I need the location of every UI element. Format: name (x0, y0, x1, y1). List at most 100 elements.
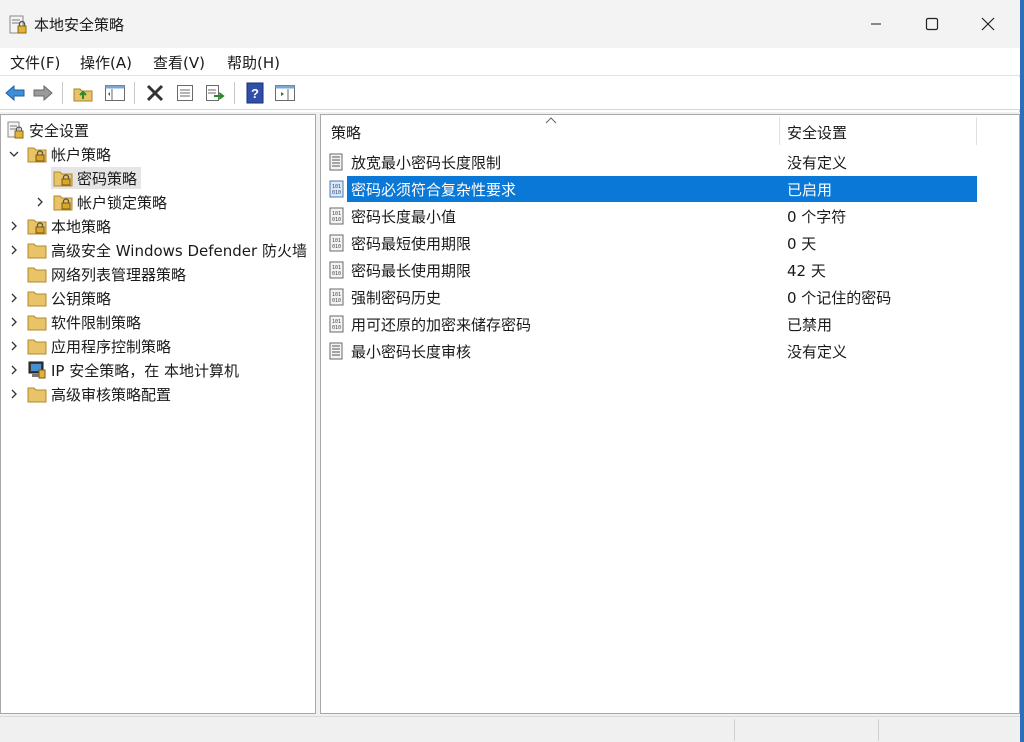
policy-binary-icon: 101 010 (329, 234, 344, 252)
window-title: 本地安全策略 (34, 16, 125, 34)
local-security-policy-window: 本地安全策略 文件(F) 操作(A) 查看(V) 帮助(H) ? 安全设置 帐户… (0, 0, 1020, 742)
console-tree[interactable]: 安全设置 帐户策略 密码策略 帐户锁定策略 本地策略 高级安全 Windows … (0, 114, 316, 714)
tree-item-windows-defender-firewall[interactable]: 高级安全 Windows Defender 防火墙 (7, 239, 307, 261)
toolbar: ? (0, 77, 1020, 110)
chevron-right-icon[interactable] (7, 311, 21, 333)
column-header-security-setting[interactable]: 安全设置 (787, 115, 977, 147)
policy-list[interactable]: 策略 安全设置 放宽最小密码长度限制 没有定义 101 010 密码必须符合复杂… (320, 114, 1020, 714)
svg-text:010: 010 (332, 271, 341, 277)
policy-binary-icon: 101 010 (329, 288, 344, 306)
content-area: 安全设置 帐户策略 密码策略 帐户锁定策略 本地策略 高级安全 Windows … (0, 112, 1020, 716)
policy-setting: 0 个记住的密码 (787, 289, 892, 307)
security-root-icon (7, 121, 24, 139)
tree-item-app-control[interactable]: 应用程序控制策略 (7, 335, 171, 357)
list-item[interactable]: 最小密码长度审核 没有定义 (325, 338, 977, 364)
list-item[interactable]: 101 010 密码最长使用期限 42 天 (325, 257, 977, 283)
chevron-right-icon[interactable] (7, 215, 21, 237)
policy-text-icon (329, 342, 343, 360)
export-list-button[interactable] (202, 81, 228, 105)
show-hide-tree-button[interactable] (102, 81, 128, 105)
close-button[interactable] (958, 0, 1018, 48)
policy-setting: 已启用 (787, 181, 833, 199)
help-button[interactable]: ? (242, 81, 268, 105)
tree-item-label: 帐户策略 (51, 145, 112, 164)
lock-folder-icon (27, 147, 47, 163)
help-icon: ? (246, 82, 264, 104)
tree-item-network-list-manager[interactable]: 网络列表管理器策略 (27, 263, 186, 285)
tree-item-security-settings[interactable]: 安全设置 (5, 119, 89, 141)
tree-item-label: 帐户锁定策略 (77, 193, 168, 212)
policy-name: 强制密码历史 (351, 289, 442, 307)
tree-item-public-key-policies[interactable]: 公钥策略 (7, 287, 111, 309)
menu-file[interactable]: 文件(F) (10, 52, 60, 73)
close-icon (981, 17, 995, 31)
forward-button[interactable] (30, 81, 56, 105)
tree-item-label: 高级安全 Windows Defender 防火墙 (51, 241, 307, 260)
title-bar[interactable]: 本地安全策略 (0, 0, 1020, 48)
tree-item-label: 安全设置 (29, 121, 90, 140)
menu-bar: 文件(F) 操作(A) 查看(V) 帮助(H) (0, 48, 1020, 76)
tree-item-local-policies[interactable]: 本地策略 (7, 215, 111, 237)
policy-name: 最小密码长度审核 (351, 343, 472, 361)
folder-icon (27, 315, 47, 331)
export-list-icon (206, 85, 225, 101)
policy-binary-icon: 101 010 (329, 180, 344, 198)
minimize-icon (871, 23, 881, 25)
show-action-pane-button[interactable] (272, 81, 298, 105)
chevron-right-icon[interactable] (7, 383, 21, 405)
tree-item-software-restriction[interactable]: 软件限制策略 (7, 311, 141, 333)
list-item[interactable]: 放宽最小密码长度限制 没有定义 (325, 149, 977, 175)
list-header: 策略 安全设置 (321, 115, 1019, 147)
tree-item-account-policies[interactable]: 帐户策略 (7, 143, 111, 165)
forward-arrow-icon (33, 84, 53, 102)
up-one-level-button[interactable] (70, 81, 96, 105)
menu-view[interactable]: 查看(V) (153, 52, 205, 73)
tree-item-password-policy[interactable]: 密码策略 (51, 167, 142, 189)
tree-item-account-lockout-policy[interactable]: 帐户锁定策略 (33, 191, 167, 213)
lock-folder-icon (53, 171, 73, 187)
svg-text:010: 010 (332, 325, 341, 331)
policy-setting: 0 个字符 (787, 208, 847, 226)
column-divider[interactable] (976, 117, 977, 145)
policy-setting: 42 天 (787, 262, 826, 280)
chevron-right-icon[interactable] (33, 191, 47, 213)
policy-name: 密码最长使用期限 (351, 262, 472, 280)
toolbar-separator (62, 82, 63, 104)
folder-icon (27, 243, 47, 259)
chevron-down-icon[interactable] (7, 143, 21, 165)
tree-item-label: 应用程序控制策略 (51, 337, 172, 356)
tree-item-label: 网络列表管理器策略 (51, 265, 187, 284)
list-item[interactable]: 101 010 密码长度最小值 0 个字符 (325, 203, 977, 229)
menu-help[interactable]: 帮助(H) (227, 52, 280, 73)
chevron-right-icon[interactable] (7, 239, 21, 261)
back-arrow-icon (5, 84, 25, 102)
security-policy-app-icon (9, 15, 27, 34)
policy-setting: 0 天 (787, 235, 817, 253)
delete-icon (146, 84, 164, 102)
delete-button[interactable] (142, 81, 168, 105)
back-button[interactable] (2, 81, 28, 105)
svg-text:?: ? (251, 86, 259, 101)
minimize-button[interactable] (846, 0, 906, 48)
properties-button[interactable] (172, 81, 198, 105)
chevron-right-icon[interactable] (7, 287, 21, 309)
policy-name: 密码必须符合复杂性要求 (351, 181, 517, 199)
list-item[interactable]: 101 010 用可还原的加密来储存密码 已禁用 (325, 311, 977, 337)
column-divider[interactable] (779, 117, 780, 145)
status-divider (878, 719, 879, 741)
list-item[interactable]: 101 010 密码最短使用期限 0 天 (325, 230, 977, 256)
chevron-right-icon[interactable] (7, 335, 21, 357)
policy-name: 密码最短使用期限 (351, 235, 472, 253)
list-item[interactable]: 101 010 强制密码历史 0 个记住的密码 (325, 284, 977, 310)
chevron-right-icon[interactable] (7, 359, 21, 381)
lock-folder-icon (27, 219, 47, 235)
policy-setting: 没有定义 (787, 343, 848, 361)
menu-action[interactable]: 操作(A) (80, 52, 132, 73)
list-item-selected[interactable]: 101 010 密码必须符合复杂性要求 已启用 (325, 176, 977, 202)
tree-item-label: 公钥策略 (51, 289, 112, 308)
tree-item-label: 高级审核策略配置 (51, 385, 172, 404)
tree-item-advanced-audit[interactable]: 高级审核策略配置 (7, 383, 171, 405)
folder-icon (27, 339, 47, 355)
tree-item-ip-security[interactable]: IP 安全策略，在 本地计算机 (7, 359, 239, 381)
maximize-button[interactable] (902, 0, 962, 48)
